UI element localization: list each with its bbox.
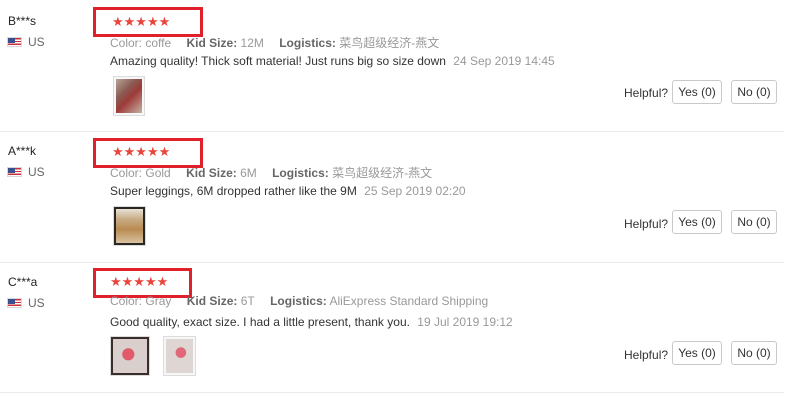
review-photo-thumbnail[interactable] <box>113 206 146 246</box>
helpful-yes-button[interactable]: Yes (0) <box>672 80 722 104</box>
helpful-label: Helpful? <box>624 217 669 231</box>
country-code: US <box>28 35 45 49</box>
review-photo-thumbnail[interactable] <box>110 336 150 376</box>
review-date: 24 Sep 2019 14:45 <box>453 54 555 68</box>
review-text-row: Super leggings, 6M dropped rather like t… <box>110 184 466 198</box>
us-flag-icon <box>7 37 22 47</box>
review-photo-thumbnail[interactable] <box>113 76 145 116</box>
reviewer-country: US <box>7 165 45 179</box>
review-text: Amazing quality! Thick soft material! Ju… <box>110 54 446 68</box>
color-value: coffe <box>145 36 172 50</box>
star-rating: ★★★★★ <box>110 274 169 289</box>
helpful-label: Helpful? <box>624 86 669 100</box>
review-text: Super leggings, 6M dropped rather like t… <box>110 184 357 198</box>
country-code: US <box>28 165 45 179</box>
order-attributes: Color: Gray Kid Size: 6T Logistics: AliE… <box>110 294 500 308</box>
reviewer-name: B***s <box>8 14 37 28</box>
review-date: 19 Jul 2019 19:12 <box>417 315 513 329</box>
color-label: Color: <box>110 294 143 308</box>
review-divider <box>0 392 784 393</box>
helpful-no-button[interactable]: No (0) <box>731 210 777 234</box>
color-label: Color: <box>110 36 143 50</box>
review-text: Good quality, exact size. I had a little… <box>110 315 410 329</box>
size-label: Kid Size: <box>186 166 237 180</box>
size-value: 6M <box>240 166 257 180</box>
helpful-yes-button[interactable]: Yes (0) <box>672 341 722 365</box>
helpful-yes-button[interactable]: Yes (0) <box>672 210 722 234</box>
size-label: Kid Size: <box>186 36 238 50</box>
review-text-row: Good quality, exact size. I had a little… <box>110 315 513 329</box>
logistics-value: AliExpress Standard Shipping <box>329 294 489 308</box>
review-item: A***k US ★★★★★ Color: Gold Kid Size: 6M … <box>0 131 800 262</box>
order-attributes: Color: coffe Kid Size: 12M Logistics: 菜鸟… <box>110 34 451 51</box>
us-flag-icon <box>7 167 22 177</box>
reviewer-country: US <box>7 35 45 49</box>
country-code: US <box>28 296 45 310</box>
reviewer-name: A***k <box>8 144 37 158</box>
us-flag-icon <box>7 298 22 308</box>
color-label: Color: <box>110 166 143 180</box>
size-value: 12M <box>240 36 264 50</box>
logistics-label: Logistics: <box>272 166 329 180</box>
review-photo-thumbnail[interactable] <box>163 336 196 376</box>
color-value: Gold <box>145 166 171 180</box>
logistics-label: Logistics: <box>270 294 327 308</box>
logistics-label: Logistics: <box>279 36 336 50</box>
logistics-value: 菜鸟超级经济-燕文 <box>339 36 440 50</box>
size-value: 6T <box>240 294 255 308</box>
review-text-row: Amazing quality! Thick soft material! Ju… <box>110 54 555 68</box>
helpful-no-button[interactable]: No (0) <box>731 80 777 104</box>
review-item: B***s US ★★★★★ Color: coffe Kid Size: 12… <box>0 0 800 131</box>
reviewer-name: C***a <box>8 275 38 289</box>
color-value: Gray <box>145 294 172 308</box>
star-rating: ★★★★★ <box>112 144 171 159</box>
reviewer-country: US <box>7 296 45 310</box>
star-rating: ★★★★★ <box>112 14 171 29</box>
helpful-label: Helpful? <box>624 348 669 362</box>
logistics-value: 菜鸟超级经济-燕文 <box>332 166 433 180</box>
helpful-no-button[interactable]: No (0) <box>731 341 777 365</box>
review-item: C***a US ★★★★★ Color: Gray Kid Size: 6T … <box>0 262 800 393</box>
order-attributes: Color: Gold Kid Size: 6M Logistics: 菜鸟超级… <box>110 164 444 181</box>
size-label: Kid Size: <box>186 294 238 308</box>
review-date: 25 Sep 2019 02:20 <box>364 184 466 198</box>
